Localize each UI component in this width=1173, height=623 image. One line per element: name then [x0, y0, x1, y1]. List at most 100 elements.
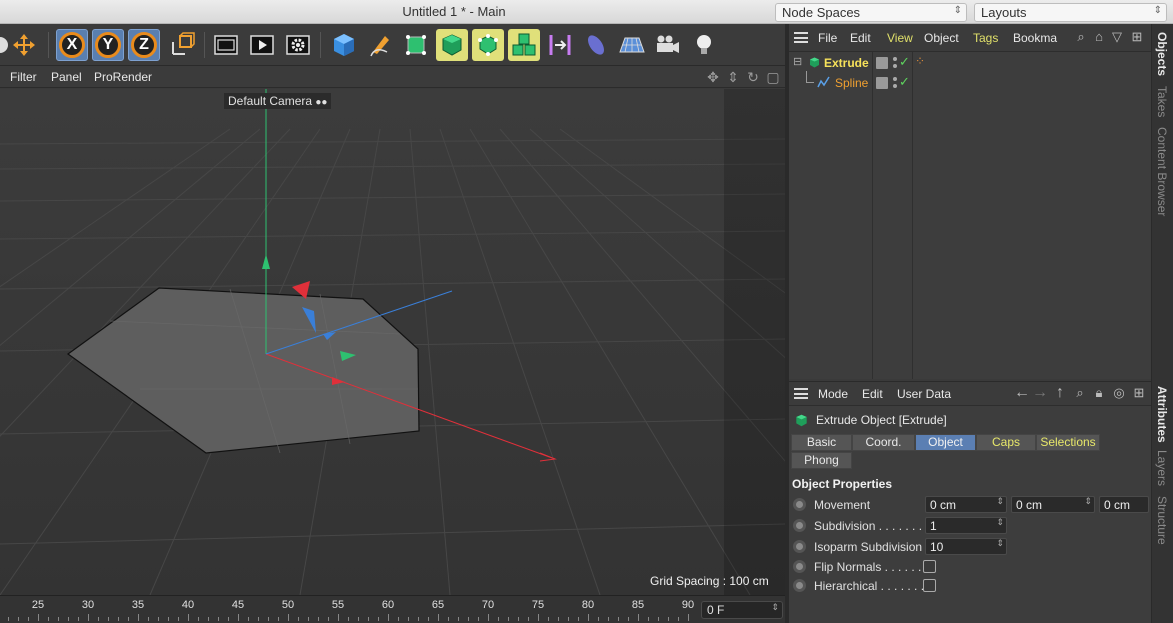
- side-tab-content-browser[interactable]: Content Browser: [1155, 127, 1169, 216]
- tab-coord[interactable]: Coord.: [852, 434, 915, 451]
- safe-frame-overlay: [724, 89, 785, 595]
- movement-z-field[interactable]: 0 cm: [1099, 496, 1149, 513]
- side-tab-takes[interactable]: Takes: [1155, 86, 1169, 117]
- side-tab-structure[interactable]: Structure: [1155, 496, 1169, 545]
- target-icon[interactable]: ◎: [1111, 385, 1127, 401]
- side-tab-objects[interactable]: Objects: [1155, 32, 1169, 76]
- render-settings-button[interactable]: [282, 29, 314, 61]
- render-region-icon: [214, 35, 238, 55]
- side-tab-layers[interactable]: Layers: [1155, 450, 1169, 486]
- back-arrow-icon[interactable]: ←: [1014, 385, 1030, 401]
- up-arrow-icon[interactable]: ↑: [1052, 385, 1068, 401]
- search-icon[interactable]: ⌕: [1073, 29, 1089, 45]
- lock-icon[interactable]: 🔒︎: [1091, 385, 1107, 401]
- camera-label[interactable]: Default Camera ●●: [224, 93, 332, 109]
- extrude-generator-button[interactable]: [436, 29, 468, 61]
- objects-menu-tags[interactable]: Tags: [973, 31, 998, 45]
- rotate-icon[interactable]: ↻: [745, 69, 761, 85]
- tab-basic[interactable]: Basic: [791, 434, 852, 451]
- enabled-check-icon[interactable]: ✓: [899, 74, 910, 90]
- hamburger-menu-icon[interactable]: [794, 32, 808, 43]
- cloner-button[interactable]: [472, 29, 504, 61]
- attributes-menu-mode[interactable]: Mode: [818, 387, 848, 401]
- phong-tag-icon[interactable]: ⁘: [915, 54, 925, 68]
- objects-menu-file[interactable]: File: [818, 31, 837, 45]
- timeline-ruler[interactable]: 25 30 35 40 45 50 55 60 65 70 75 80 85 90 0 F ⇕: [0, 595, 785, 623]
- spinner-icon[interactable]: ⇕: [771, 602, 779, 613]
- objects-menu-object[interactable]: Object: [924, 31, 959, 45]
- node-spaces-dropdown[interactable]: Node Spaces ⇕: [775, 3, 967, 22]
- visibility-dots-icon[interactable]: [893, 56, 898, 70]
- floor-button[interactable]: [616, 29, 648, 61]
- object-row-extrude[interactable]: ⊟ Extrude ✓ ⁘: [789, 53, 1151, 73]
- movement-x-field[interactable]: 0 cm ⇕: [925, 496, 1007, 513]
- hierarchical-checkbox[interactable]: [923, 579, 936, 592]
- layouts-dropdown[interactable]: Layouts ⇕: [974, 3, 1167, 22]
- animate-radio[interactable]: [793, 540, 806, 553]
- deformer-button[interactable]: [544, 29, 576, 61]
- subdivision-field[interactable]: 1 ⇕: [925, 517, 1007, 534]
- object-row-spline[interactable]: Spline ✓: [789, 71, 1151, 93]
- animate-radio[interactable]: [793, 579, 806, 592]
- timeline-tick-mark: [538, 614, 539, 621]
- tab-selections[interactable]: Selections: [1036, 434, 1100, 451]
- movement-y-field[interactable]: 0 cm ⇕: [1011, 496, 1095, 513]
- animate-radio[interactable]: [793, 498, 806, 511]
- new-window-icon[interactable]: ⊞: [1129, 29, 1145, 45]
- toolbar-separator: [320, 32, 321, 58]
- flip-normals-checkbox[interactable]: [923, 560, 936, 573]
- z-axis-lock-button[interactable]: Z: [128, 29, 160, 61]
- grid-icon: [619, 37, 645, 53]
- collapse-icon[interactable]: ⊟: [793, 55, 802, 68]
- objects-menu-bookmarks[interactable]: Bookma: [1013, 31, 1057, 45]
- viewport-menu-prorender[interactable]: ProRender: [94, 70, 152, 84]
- mograph-button[interactable]: [508, 29, 540, 61]
- light-button[interactable]: [688, 29, 720, 61]
- animate-radio[interactable]: [793, 519, 806, 532]
- attributes-menu-user-data[interactable]: User Data: [897, 387, 951, 401]
- y-axis-lock-button[interactable]: Y: [92, 29, 124, 61]
- object-name[interactable]: Extrude: [824, 56, 869, 70]
- pen-button[interactable]: [364, 29, 396, 61]
- attributes-menu-edit[interactable]: Edit: [862, 387, 883, 401]
- layer-icon[interactable]: [876, 57, 888, 69]
- visibility-dots-icon[interactable]: [893, 76, 898, 90]
- enabled-check-icon[interactable]: ✓: [899, 54, 910, 70]
- spinner-icon[interactable]: ⇕: [1084, 497, 1092, 507]
- coordinate-system-button[interactable]: [166, 29, 198, 61]
- cube-button[interactable]: [328, 29, 360, 61]
- object-name[interactable]: Spline: [835, 76, 868, 90]
- x-axis-lock-button[interactable]: X: [56, 29, 88, 61]
- viewport-menu-panel[interactable]: Panel: [51, 70, 82, 84]
- layer-icon[interactable]: [876, 77, 888, 89]
- animate-radio[interactable]: [793, 560, 806, 573]
- search-icon[interactable]: ⌕: [1072, 385, 1088, 401]
- hamburger-menu-icon[interactable]: [794, 388, 808, 399]
- side-tab-attributes[interactable]: Attributes: [1155, 386, 1169, 443]
- objects-menu-edit[interactable]: Edit: [850, 31, 871, 45]
- subdivision-surface-button[interactable]: [400, 29, 432, 61]
- maximize-icon[interactable]: ▢: [765, 69, 781, 85]
- dolly-icon[interactable]: ⇕: [725, 69, 741, 85]
- tab-phong[interactable]: Phong: [791, 452, 852, 469]
- render-region-button[interactable]: [210, 29, 242, 61]
- spinner-icon[interactable]: ⇕: [996, 539, 1004, 549]
- environment-button[interactable]: [580, 29, 612, 61]
- home-icon[interactable]: ⌂: [1091, 29, 1107, 45]
- objects-menu-view[interactable]: View: [887, 31, 913, 45]
- spinner-icon[interactable]: ⇕: [996, 497, 1004, 507]
- 3d-viewport[interactable]: Default Camera ●● Grid Spacing : 100 cm: [0, 89, 785, 595]
- spinner-icon[interactable]: ⇕: [996, 518, 1004, 528]
- forward-arrow-icon[interactable]: →: [1032, 385, 1048, 401]
- isoparm-field[interactable]: 10 ⇕: [925, 538, 1007, 555]
- render-view-button[interactable]: [246, 29, 278, 61]
- new-window-icon[interactable]: ⊞: [1131, 385, 1147, 401]
- tab-object[interactable]: Object: [915, 434, 976, 451]
- viewport-menu-filter[interactable]: Filter: [10, 70, 37, 84]
- camera-button[interactable]: [652, 29, 684, 61]
- current-frame-field[interactable]: 0 F ⇕: [701, 601, 783, 619]
- tab-caps[interactable]: Caps: [976, 434, 1036, 451]
- move-tool-button[interactable]: [8, 29, 40, 61]
- pan-icon[interactable]: ✥: [705, 69, 721, 85]
- filter-icon[interactable]: ▽: [1109, 29, 1125, 45]
